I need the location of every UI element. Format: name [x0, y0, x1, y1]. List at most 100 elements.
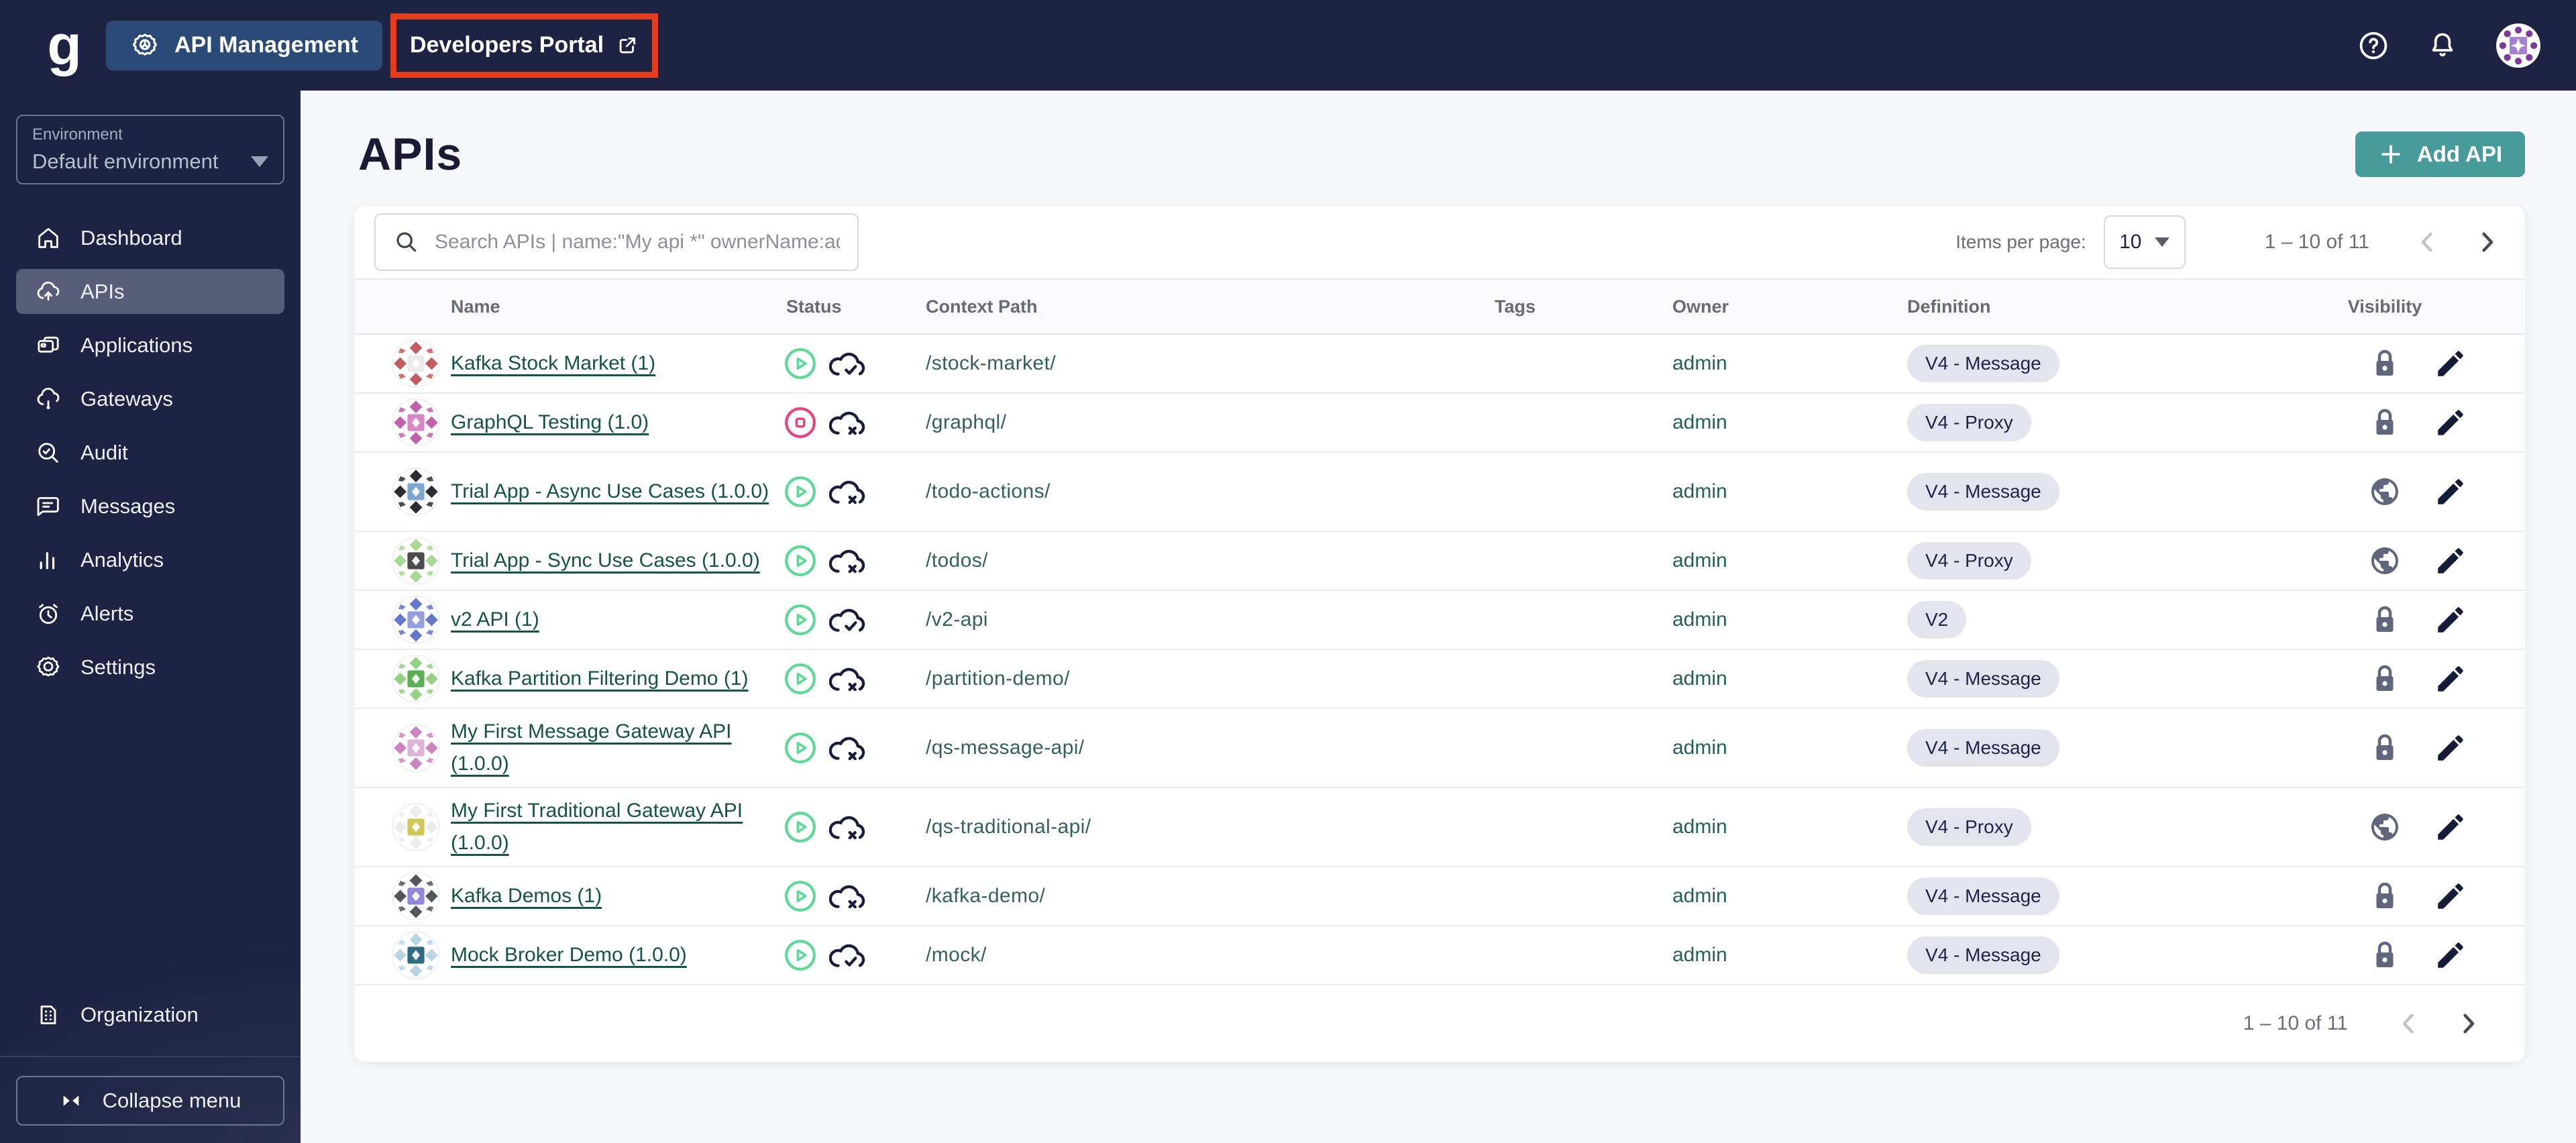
definition-badge: V4 - Message — [1907, 877, 2059, 915]
search-icon — [393, 229, 420, 256]
gravitee-logo[interactable]: g — [39, 0, 90, 91]
api-management-label: API Management — [174, 32, 358, 58]
owner-link[interactable]: admin — [1672, 608, 1727, 631]
definition-badge: V4 - Message — [1907, 660, 2059, 698]
status-cell — [784, 662, 926, 696]
topbar: g API Management Developers Portal — [0, 0, 2576, 91]
owner-link[interactable]: admin — [1672, 944, 1727, 966]
visibility-cell — [2341, 939, 2428, 971]
sidebar-item-label: Messages — [80, 494, 176, 518]
sidebar-item-apis[interactable]: APIs — [16, 269, 284, 314]
edit-api-button[interactable] — [2434, 603, 2467, 637]
edit-api-button[interactable] — [2434, 347, 2467, 380]
sidebar-item-organization[interactable]: Organization — [16, 992, 284, 1037]
table-row: v2 API (1) /v2-api admin V2 — [354, 591, 2525, 650]
environment-selector[interactable]: Environment Default environment — [16, 115, 284, 184]
edit-api-button[interactable] — [2434, 406, 2467, 439]
lock-icon — [2371, 406, 2398, 439]
api-name-link[interactable]: Trial App - Async Use Cases (1.0.0) — [451, 476, 769, 508]
sidebar-item-audit[interactable]: Audit — [16, 430, 284, 475]
sidebar-item-applications[interactable]: Applications — [16, 323, 284, 368]
context-path: /stock-market/ — [926, 352, 1056, 374]
column-header-tags: Tags — [1495, 296, 1536, 317]
sidebar-item-gateways[interactable]: Gateways — [16, 376, 284, 421]
sidebar-item-analytics[interactable]: Analytics — [16, 537, 284, 582]
api-name-link[interactable]: My First Traditional Gateway API (1.0.0) — [451, 795, 777, 859]
edit-api-button[interactable] — [2434, 810, 2467, 844]
sidebar-item-dashboard[interactable]: Dashboard — [16, 215, 284, 260]
next-page-button[interactable] — [2454, 1010, 2482, 1038]
lock-icon — [2371, 663, 2398, 695]
definition-badge: V4 - Message — [1907, 473, 2059, 510]
owner-link[interactable]: admin — [1672, 352, 1727, 374]
owner-link[interactable]: admin — [1672, 480, 1727, 502]
visibility-cell — [2341, 406, 2428, 439]
notifications-button[interactable] — [2427, 30, 2458, 61]
api-name-link[interactable]: My First Message Gateway API (1.0.0) — [451, 716, 777, 780]
items-per-page-value: 10 — [2119, 231, 2142, 253]
sidebar-bottom: Organization Collapse menu — [0, 992, 301, 1143]
status-started-icon — [784, 810, 817, 844]
bar-chart-icon — [40, 551, 55, 569]
pencil-icon — [2438, 666, 2463, 692]
edit-api-button[interactable] — [2434, 475, 2467, 508]
edit-api-button[interactable] — [2434, 731, 2467, 765]
api-avatar — [392, 931, 451, 979]
owner-link[interactable]: admin — [1672, 667, 1727, 690]
status-cell — [784, 475, 926, 508]
column-header-owner: Owner — [1672, 296, 1729, 317]
api-name-link[interactable]: Trial App - Sync Use Cases (1.0.0) — [451, 549, 760, 572]
developers-portal-button[interactable]: Developers Portal — [399, 21, 649, 70]
cloud-out-of-sync-icon — [829, 663, 867, 695]
owner-link[interactable]: admin — [1672, 885, 1727, 907]
api-avatar — [392, 398, 451, 447]
owner-link[interactable]: admin — [1672, 411, 1727, 433]
owner-link[interactable]: admin — [1672, 816, 1727, 838]
previous-page-button[interactable] — [2414, 228, 2442, 256]
status-cell — [784, 406, 926, 439]
items-per-page-select[interactable]: 10 — [2103, 215, 2186, 269]
gear-icon — [130, 31, 160, 60]
status-stopped-icon — [784, 406, 817, 439]
api-name-link[interactable]: Mock Broker Demo (1.0.0) — [451, 944, 687, 966]
collapse-menu-button[interactable]: Collapse menu — [16, 1076, 284, 1126]
column-header-visibility: Visibility — [2347, 296, 2422, 317]
add-api-button[interactable]: Add API — [2355, 131, 2525, 177]
page-title: APIs — [358, 129, 463, 180]
api-name-link[interactable]: v2 API (1) — [451, 608, 539, 631]
edit-api-button[interactable] — [2434, 938, 2467, 972]
user-avatar[interactable] — [2496, 23, 2541, 68]
items-per-page-label: Items per page: — [1955, 231, 2086, 252]
sidebar-divider — [0, 1056, 301, 1057]
table-toolbar: Items per page: 10 1 – 10 of 11 — [354, 206, 2525, 280]
status-started-icon — [784, 731, 817, 765]
context-path: /kafka-demo/ — [926, 885, 1046, 907]
environment-value: Default environment — [32, 150, 219, 173]
cloud-out-of-sync-icon — [829, 811, 867, 843]
api-name-link[interactable]: Kafka Partition Filtering Demo (1) — [451, 667, 749, 690]
sidebar-item-settings[interactable]: Settings — [16, 645, 284, 690]
edit-api-button[interactable] — [2434, 544, 2467, 578]
edit-api-button[interactable] — [2434, 879, 2467, 913]
owner-link[interactable]: admin — [1672, 737, 1727, 759]
collapse-menu-label: Collapse menu — [102, 1089, 241, 1112]
edit-api-button[interactable] — [2434, 662, 2467, 696]
owner-link[interactable]: admin — [1672, 549, 1727, 572]
chevron-down-icon — [2155, 237, 2170, 247]
api-management-button[interactable]: API Management — [106, 20, 382, 70]
sidebar-item-messages[interactable]: Messages — [16, 484, 284, 529]
table-row: Kafka Stock Market (1) /stock-market/ ad… — [354, 335, 2525, 394]
globe-icon — [2369, 811, 2401, 843]
previous-page-button[interactable] — [2395, 1010, 2423, 1038]
api-name-link[interactable]: GraphQL Testing (1.0) — [451, 411, 649, 433]
table-row: GraphQL Testing (1.0) /graphql/ admin V4… — [354, 394, 2525, 453]
search-input[interactable] — [435, 231, 840, 254]
help-button[interactable] — [2357, 30, 2390, 62]
sidebar-item-alerts[interactable]: Alerts — [16, 591, 284, 636]
api-avatar — [392, 655, 451, 703]
visibility-cell — [2341, 880, 2428, 912]
cloud-out-of-sync-icon — [829, 406, 867, 439]
api-name-link[interactable]: Kafka Demos (1) — [451, 885, 602, 907]
api-name-link[interactable]: Kafka Stock Market (1) — [451, 352, 655, 374]
next-page-button[interactable] — [2473, 228, 2501, 256]
